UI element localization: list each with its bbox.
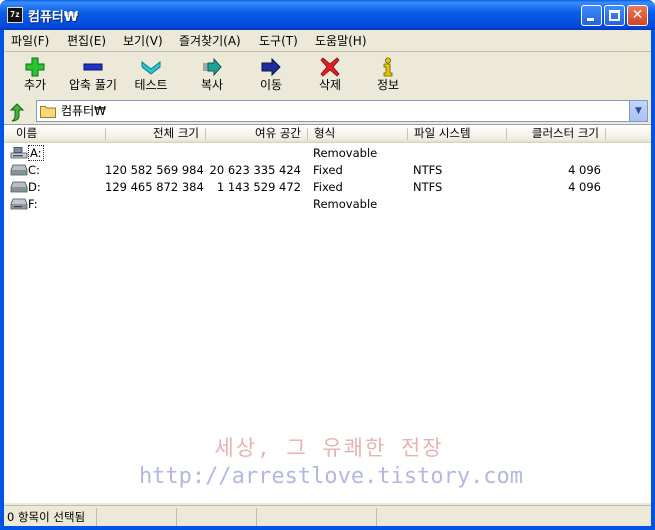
hard-drive-icon bbox=[10, 181, 28, 193]
status-bar: 0 항목이 선택됨 bbox=[4, 505, 651, 526]
address-bar: 컴퓨터₩ ▼ bbox=[4, 99, 651, 125]
drive-file-system: NTFS bbox=[413, 180, 443, 194]
menu-tools[interactable]: 도구(T) bbox=[255, 33, 302, 49]
watermark-url: http://arrestlove.tistory.com bbox=[138, 464, 524, 489]
close-button[interactable]: ✕ bbox=[627, 5, 648, 26]
add-icon bbox=[25, 57, 45, 77]
file-list[interactable]: 이름 전체 크기 여유 공간 형식 파일 시스템 클러스터 크기 A: Remo… bbox=[4, 124, 651, 503]
app-icon: 7z bbox=[7, 7, 23, 23]
add-button[interactable]: 추가 bbox=[4, 53, 66, 97]
close-icon: ✕ bbox=[631, 7, 644, 23]
column-free-space[interactable]: 여유 공간 bbox=[205, 125, 307, 142]
list-item[interactable]: D: 129 465 872 384 1 143 529 472 Fixed N… bbox=[4, 179, 651, 196]
menu-file[interactable]: 파일(F) bbox=[7, 33, 53, 49]
info-button[interactable]: 정보 bbox=[357, 53, 419, 97]
drive-type: Removable bbox=[313, 197, 378, 211]
drive-name: D: bbox=[28, 180, 41, 194]
column-cluster-size[interactable]: 클러스터 크기 bbox=[507, 125, 605, 142]
drive-name: A: bbox=[28, 145, 44, 161]
column-divider[interactable] bbox=[605, 128, 606, 140]
copy-button[interactable]: 복사 bbox=[181, 53, 243, 97]
list-item[interactable]: C: 120 582 569 984 20 623 335 424 Fixed … bbox=[4, 162, 651, 179]
minimize-icon bbox=[587, 18, 594, 21]
minimize-button[interactable] bbox=[581, 5, 602, 26]
list-item[interactable]: F: Removable bbox=[4, 196, 651, 213]
column-total-size[interactable]: 전체 크기 bbox=[105, 125, 205, 142]
move-label: 이동 bbox=[259, 78, 283, 92]
app-window: 7z 컴퓨터₩ ✕ 파일(F) 편집(E) 보기(V) 즐겨찾기(A) 도구(T… bbox=[0, 0, 655, 530]
removable-drive-icon bbox=[10, 198, 28, 210]
drive-cluster-size: 4 096 bbox=[568, 180, 601, 194]
test-label: 테스트 bbox=[134, 78, 168, 92]
title-bar[interactable]: 7z 컴퓨터₩ ✕ bbox=[0, 0, 655, 30]
menu-help[interactable]: 도움말(H) bbox=[311, 33, 371, 49]
status-pane bbox=[177, 508, 257, 526]
menu-bar: 파일(F) 편집(E) 보기(V) 즐겨찾기(A) 도구(T) 도움말(H) bbox=[4, 30, 651, 52]
watermark-text: 세상, 그 유쾌한 전장 bbox=[214, 436, 444, 460]
drive-type: Fixed bbox=[313, 180, 343, 194]
address-dropdown-button[interactable]: ▼ bbox=[629, 101, 647, 121]
info-label: 정보 bbox=[376, 78, 400, 92]
status-selection: 0 항목이 선택됨 bbox=[4, 508, 97, 526]
client-area: 파일(F) 편집(E) 보기(V) 즐겨찾기(A) 도구(T) 도움말(H) 추… bbox=[4, 30, 651, 526]
copy-icon bbox=[203, 57, 222, 77]
drive-total-size: 120 582 569 984 bbox=[105, 163, 204, 177]
drive-free-space: 1 143 529 472 bbox=[216, 180, 301, 194]
move-icon bbox=[261, 57, 281, 77]
test-icon bbox=[141, 60, 161, 75]
address-input[interactable]: 컴퓨터₩ ▼ bbox=[36, 100, 648, 122]
folder-icon bbox=[40, 106, 56, 118]
extract-icon bbox=[83, 63, 103, 71]
chevron-down-icon: ▼ bbox=[635, 106, 642, 116]
maximize-button[interactable] bbox=[604, 5, 625, 26]
hard-drive-icon bbox=[10, 164, 28, 176]
copy-label: 복사 bbox=[200, 78, 224, 92]
drive-type: Fixed bbox=[313, 163, 343, 177]
drive-name: F: bbox=[28, 197, 38, 211]
menu-view[interactable]: 보기(V) bbox=[119, 33, 167, 49]
delete-button[interactable]: 삭제 bbox=[299, 53, 361, 97]
delete-icon bbox=[320, 57, 340, 77]
extract-button[interactable]: 압축 풀기 bbox=[62, 53, 124, 97]
drive-name: C: bbox=[28, 163, 40, 177]
address-path: 컴퓨터₩ bbox=[61, 104, 106, 118]
toolbar: 추가 압축 풀기 테스트 복사 이동 삭제 정보 bbox=[4, 53, 651, 97]
status-pane bbox=[97, 508, 177, 526]
delete-label: 삭제 bbox=[318, 78, 342, 92]
drive-total-size: 129 465 872 384 bbox=[105, 180, 204, 194]
up-folder-icon[interactable] bbox=[8, 102, 28, 122]
window-title: 컴퓨터₩ bbox=[28, 10, 79, 25]
drive-file-system: NTFS bbox=[413, 163, 443, 177]
floppy-drive-icon bbox=[10, 147, 28, 159]
maximize-icon bbox=[609, 10, 620, 21]
column-header: 이름 전체 크기 여유 공간 형식 파일 시스템 클러스터 크기 bbox=[4, 125, 651, 143]
extract-label: 압축 풀기 bbox=[69, 78, 117, 92]
column-name[interactable]: 이름 bbox=[10, 125, 43, 142]
column-type[interactable]: 형식 bbox=[308, 125, 341, 142]
test-button[interactable]: 테스트 bbox=[120, 53, 182, 97]
list-item[interactable]: A: Removable bbox=[4, 145, 651, 162]
column-file-system[interactable]: 파일 시스템 bbox=[408, 125, 477, 142]
add-label: 추가 bbox=[23, 78, 47, 92]
status-pane bbox=[257, 508, 377, 526]
menu-edit[interactable]: 편집(E) bbox=[63, 33, 110, 49]
drive-type: Removable bbox=[313, 146, 378, 160]
move-button[interactable]: 이동 bbox=[240, 53, 302, 97]
menu-favorites[interactable]: 즐겨찾기(A) bbox=[175, 33, 245, 49]
drive-free-space: 20 623 335 424 bbox=[209, 163, 301, 177]
info-icon bbox=[383, 57, 393, 77]
drive-cluster-size: 4 096 bbox=[568, 163, 601, 177]
